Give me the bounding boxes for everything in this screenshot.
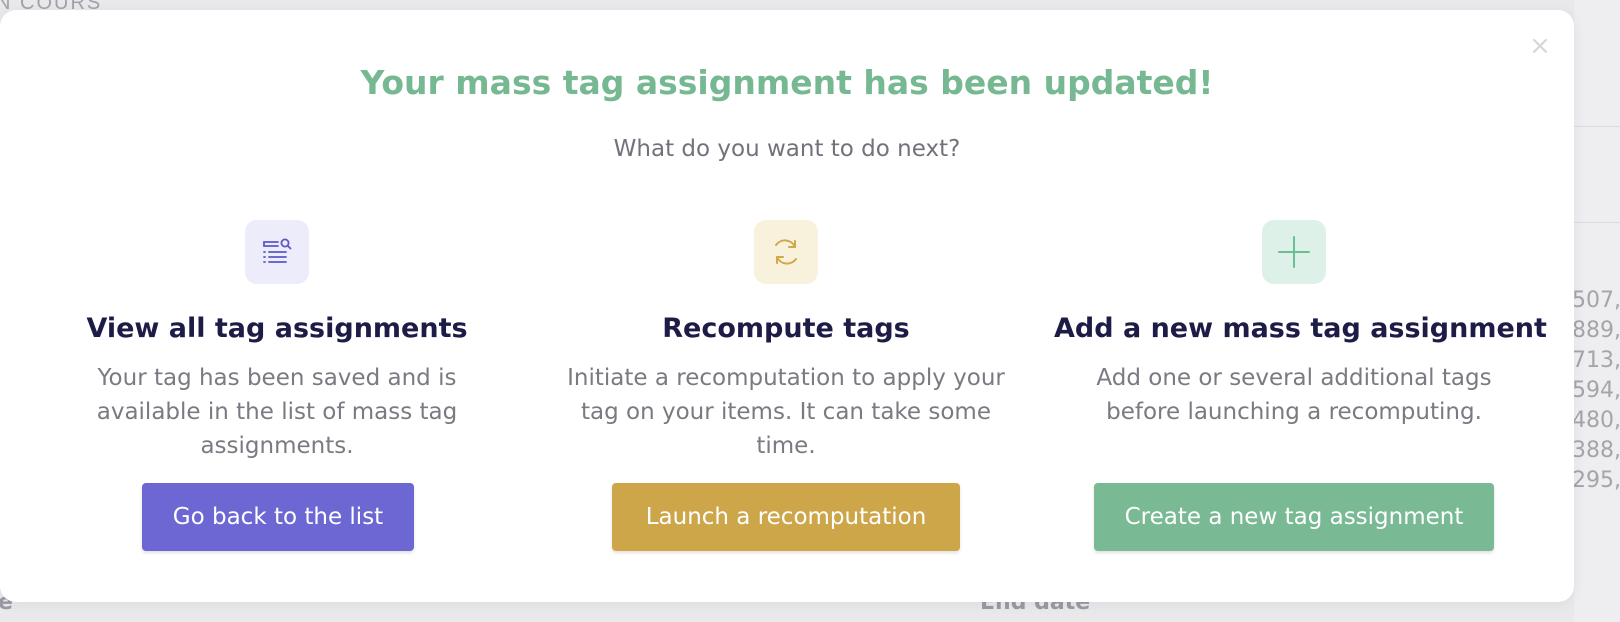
option-description: Your tag has been saved and is available… <box>96 365 458 459</box>
option-description: Add one or several additional tags befor… <box>1096 365 1492 425</box>
plus-icon <box>1262 220 1326 284</box>
modal-subtitle: What do you want to do next? <box>613 136 961 162</box>
option-title: Add a new mass tag assignment <box>1054 313 1547 344</box>
launch-recomputation-button[interactable]: Launch a recomputation <box>612 483 960 551</box>
option-description: Initiate a recomputation to apply your t… <box>567 365 1005 459</box>
background-number: 388, <box>1572 438 1620 463</box>
background-number: 507, <box>1572 288 1620 313</box>
option-title: View all tag assignments <box>86 313 468 344</box>
background-number: 594, <box>1572 378 1620 403</box>
background-number: 480, <box>1572 408 1620 433</box>
list-search-icon <box>245 220 309 284</box>
background-divider <box>1574 222 1620 223</box>
plus-icon-glyph <box>1278 236 1310 268</box>
close-icon[interactable]: × <box>1528 33 1552 59</box>
option-recompute-tags: Recompute tags Initiate a recomputation … <box>546 220 1026 463</box>
option-title: Recompute tags <box>662 313 910 344</box>
background-number: 889, <box>1572 318 1620 343</box>
go-back-to-list-button[interactable]: Go back to the list <box>142 483 414 551</box>
list-search-icon-glyph <box>263 238 292 263</box>
success-modal: × Your mass tag assignment has been upda… <box>0 10 1574 602</box>
create-new-tag-assignment-button[interactable]: Create a new tag assignment <box>1094 483 1494 551</box>
background-number: 713, <box>1572 348 1620 373</box>
background-number: 295, <box>1572 468 1620 493</box>
modal-title: Your mass tag assignment has been update… <box>360 63 1214 102</box>
background-number-list: 507, 889, 713, 594, 480, 388, 295, <box>1572 286 1620 496</box>
option-view-assignments: View all tag assignments Your tag has be… <box>37 220 517 463</box>
background-divider <box>1574 126 1620 127</box>
refresh-icon <box>754 220 818 284</box>
refresh-icon-glyph <box>775 239 797 265</box>
option-add-mass-tag-assignment: Add a new mass tag assignment Add one or… <box>1054 220 1547 429</box>
